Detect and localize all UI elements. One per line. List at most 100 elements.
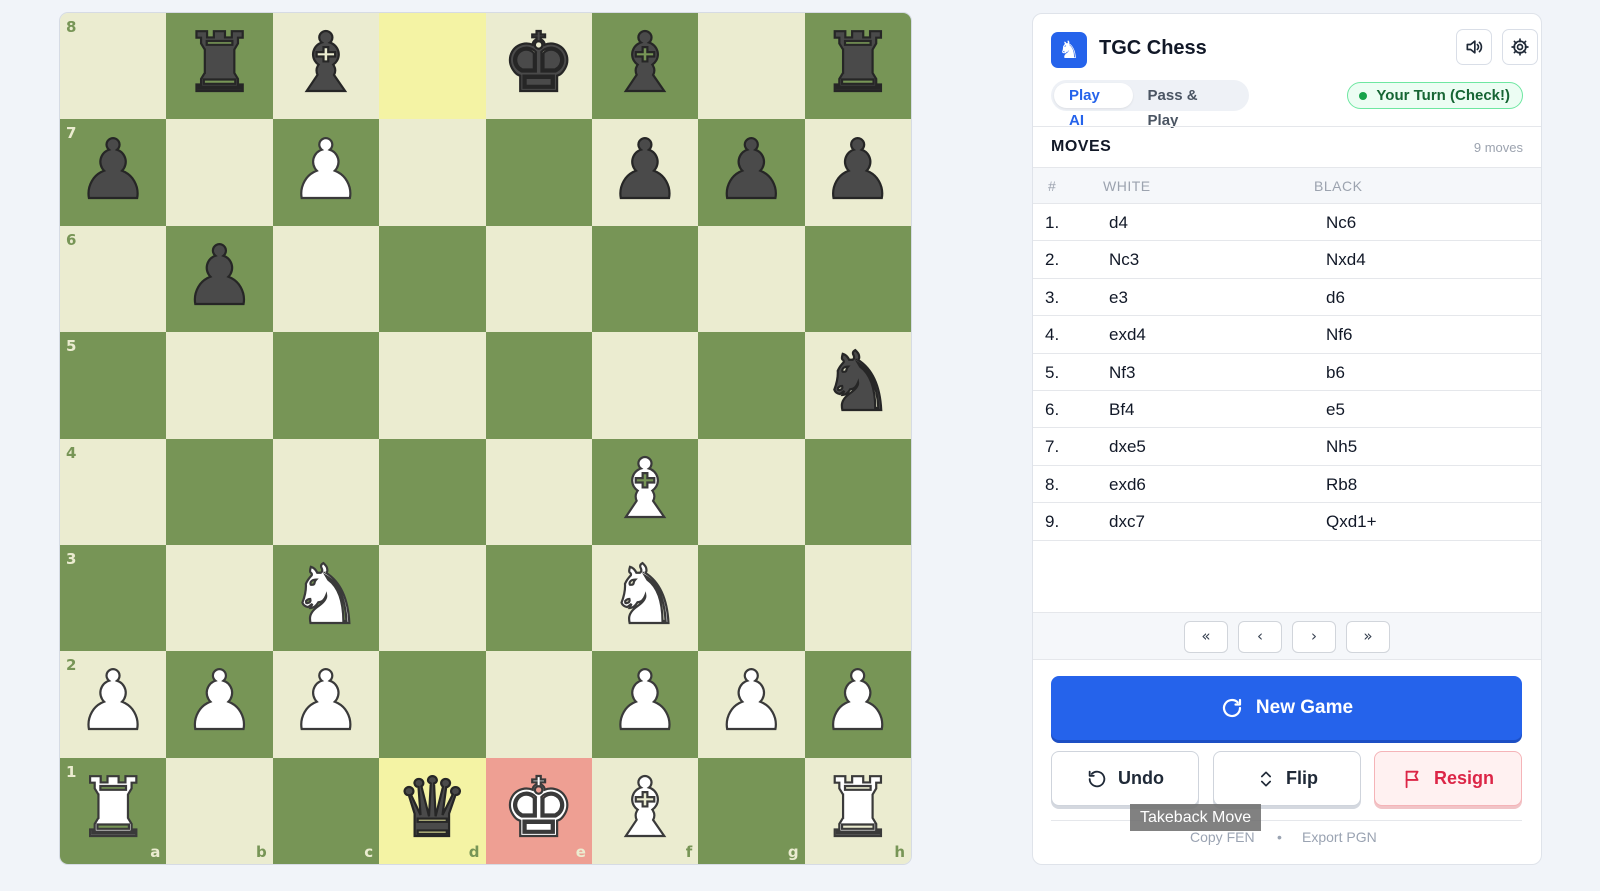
square-h8[interactable]: ♜ bbox=[804, 13, 911, 120]
square-g5[interactable] bbox=[698, 332, 805, 439]
white-pawn-icon[interactable]: ♟ bbox=[288, 128, 364, 212]
mode-play-ai[interactable]: Play AI bbox=[1054, 83, 1133, 129]
copy-fen-link[interactable]: Copy FEN bbox=[1190, 829, 1255, 845]
move-row[interactable]: 3. e3 d6 bbox=[1033, 279, 1541, 317]
square-f1[interactable]: f ♝ bbox=[591, 757, 699, 864]
white-pawn-icon[interactable]: ♟ bbox=[820, 660, 896, 744]
black-pawn-icon[interactable]: ♟ bbox=[820, 128, 896, 212]
white-move[interactable]: dxe5 bbox=[1109, 437, 1146, 457]
black-move[interactable]: d6 bbox=[1326, 288, 1345, 308]
square-a3[interactable]: 3 bbox=[60, 544, 167, 652]
square-d5[interactable] bbox=[379, 332, 486, 439]
square-e4[interactable] bbox=[485, 438, 592, 545]
move-row[interactable]: 2. Nc3 Nxd4 bbox=[1033, 241, 1541, 279]
square-e1[interactable]: e ♚ bbox=[485, 757, 592, 864]
black-pawn-icon[interactable]: ♟ bbox=[182, 234, 258, 318]
black-move[interactable]: Qxd1+ bbox=[1326, 512, 1377, 532]
white-move[interactable]: Nf3 bbox=[1109, 363, 1135, 383]
square-a2[interactable]: 2 ♟ bbox=[60, 651, 167, 758]
square-b1[interactable]: b bbox=[166, 757, 273, 864]
white-pawn-icon[interactable]: ♟ bbox=[75, 660, 151, 744]
next-move-button[interactable]: › bbox=[1292, 621, 1336, 653]
white-bishop-icon[interactable]: ♝ bbox=[607, 766, 683, 850]
white-move[interactable]: d4 bbox=[1109, 213, 1128, 233]
white-move[interactable]: dxc7 bbox=[1109, 512, 1145, 532]
square-b3[interactable] bbox=[166, 544, 273, 652]
flip-button[interactable]: Flip bbox=[1213, 751, 1361, 806]
square-h5[interactable]: ♞ bbox=[804, 332, 911, 439]
black-move[interactable]: Nc6 bbox=[1326, 213, 1356, 233]
square-b4[interactable] bbox=[166, 438, 273, 545]
square-f8[interactable]: ♝ bbox=[591, 13, 699, 120]
move-row[interactable]: 5. Nf3 b6 bbox=[1033, 354, 1541, 391]
square-c6[interactable] bbox=[272, 225, 380, 333]
square-c5[interactable] bbox=[272, 332, 380, 439]
square-d8[interactable] bbox=[379, 13, 486, 120]
square-g4[interactable] bbox=[698, 438, 805, 545]
square-c4[interactable] bbox=[272, 438, 380, 545]
square-d4[interactable] bbox=[379, 438, 486, 545]
white-pawn-icon[interactable]: ♟ bbox=[182, 660, 258, 744]
square-g3[interactable] bbox=[698, 544, 805, 652]
square-h4[interactable] bbox=[804, 438, 911, 545]
square-g2[interactable]: ♟ bbox=[698, 651, 805, 758]
black-king-icon[interactable]: ♚ bbox=[501, 22, 577, 106]
square-a8[interactable]: 8 bbox=[60, 13, 167, 120]
square-f4[interactable]: ♝ bbox=[591, 438, 699, 545]
square-a5[interactable]: 5 bbox=[60, 332, 167, 439]
square-b8[interactable]: ♜ bbox=[166, 13, 273, 120]
white-pawn-icon[interactable]: ♟ bbox=[714, 660, 790, 744]
black-rook-icon[interactable]: ♜ bbox=[820, 22, 896, 106]
square-b7[interactable] bbox=[166, 119, 273, 226]
black-rook-icon[interactable]: ♜ bbox=[182, 22, 258, 106]
black-move[interactable]: Nh5 bbox=[1326, 437, 1357, 457]
white-bishop-icon[interactable]: ♝ bbox=[607, 447, 683, 531]
black-move[interactable]: Nxd4 bbox=[1326, 250, 1366, 270]
white-move[interactable]: exd6 bbox=[1109, 475, 1146, 495]
square-a1[interactable]: 1 a ♜ bbox=[60, 757, 167, 864]
square-e8[interactable]: ♚ bbox=[485, 13, 592, 120]
square-d2[interactable] bbox=[379, 651, 486, 758]
black-move[interactable]: Nf6 bbox=[1326, 325, 1352, 345]
move-row[interactable]: 8. exd6 Rb8 bbox=[1033, 466, 1541, 504]
first-move-button[interactable]: « bbox=[1184, 621, 1228, 653]
square-h1[interactable]: h ♜ bbox=[804, 757, 911, 864]
last-move-button[interactable]: » bbox=[1346, 621, 1390, 653]
square-e2[interactable] bbox=[485, 651, 592, 758]
prev-move-button[interactable]: ‹ bbox=[1238, 621, 1282, 653]
square-g7[interactable]: ♟ bbox=[698, 119, 805, 226]
white-knight-icon[interactable]: ♞ bbox=[288, 553, 364, 637]
new-game-button[interactable]: New Game bbox=[1051, 676, 1522, 740]
square-b2[interactable]: ♟ bbox=[166, 651, 273, 758]
square-h2[interactable]: ♟ bbox=[804, 651, 911, 758]
square-a4[interactable]: 4 bbox=[60, 438, 167, 545]
move-row[interactable]: 9. dxc7 Qxd1+ bbox=[1033, 503, 1541, 541]
square-d6[interactable] bbox=[379, 225, 486, 333]
square-h7[interactable]: ♟ bbox=[804, 119, 911, 226]
square-f2[interactable]: ♟ bbox=[591, 651, 699, 758]
square-b6[interactable]: ♟ bbox=[166, 225, 273, 333]
move-row[interactable]: 6. Bf4 e5 bbox=[1033, 391, 1541, 429]
square-h3[interactable] bbox=[804, 544, 911, 652]
square-f5[interactable] bbox=[591, 332, 699, 439]
square-f7[interactable]: ♟ bbox=[591, 119, 699, 226]
square-e3[interactable] bbox=[485, 544, 592, 652]
white-pawn-icon[interactable]: ♟ bbox=[288, 660, 364, 744]
mode-pass-play[interactable]: Pass & Play bbox=[1133, 83, 1246, 129]
white-rook-icon[interactable]: ♜ bbox=[820, 766, 896, 850]
black-pawn-icon[interactable]: ♟ bbox=[75, 128, 151, 212]
sound-button[interactable] bbox=[1456, 29, 1492, 65]
square-c8[interactable]: ♝ bbox=[272, 13, 380, 120]
square-f6[interactable] bbox=[591, 225, 699, 333]
square-c3[interactable]: ♞ bbox=[272, 544, 380, 652]
black-bishop-icon[interactable]: ♝ bbox=[288, 22, 364, 106]
square-d7[interactable] bbox=[379, 119, 486, 226]
square-g6[interactable] bbox=[698, 225, 805, 333]
white-move[interactable]: exd4 bbox=[1109, 325, 1146, 345]
move-row[interactable]: 1. d4 Nc6 bbox=[1033, 204, 1541, 242]
black-queen-icon[interactable]: ♛ bbox=[394, 766, 470, 850]
chess-board[interactable]: 8 ♜ ♝ ♚ ♝ ♜ 7 ♟ ♟ ♟ ♟ ♟ 6 ♟ 5 ♞ 4 ♝ 3 ♞ ♞ 2 ♟ ♟ ♟ ♟ ♟ ♟ 1 a ♜ b c d ♛ e ♚ f ♝ g… bbox=[60, 13, 911, 864]
square-b5[interactable] bbox=[166, 332, 273, 439]
black-knight-icon[interactable]: ♞ bbox=[820, 341, 896, 425]
square-g1[interactable]: g bbox=[698, 757, 805, 864]
